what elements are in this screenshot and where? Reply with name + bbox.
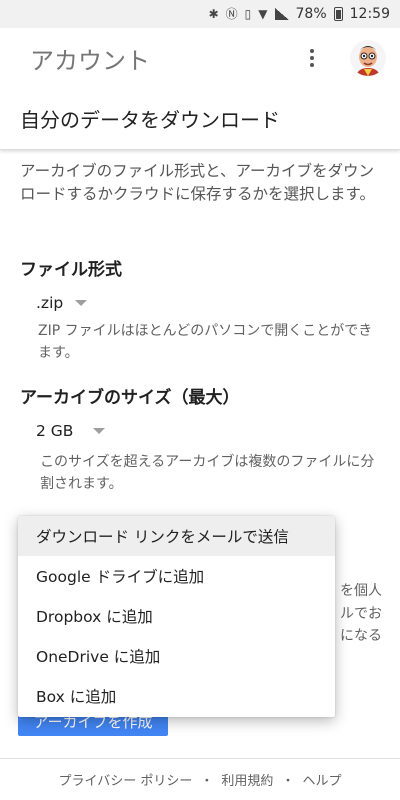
footer-separator: ・ [281, 774, 295, 789]
file-format-section: ファイル形式 [0, 255, 400, 280]
terms-link[interactable]: 利用規約 [221, 770, 273, 789]
menu-item-google-drive[interactable]: Google ドライブに追加 [18, 556, 335, 596]
archive-size-helper-row: このサイズを超えるアーカイブは複数のファイルに分割されます。 [0, 451, 400, 495]
app-bar: アカウント [0, 28, 400, 88]
partial-text-line-1: を個人 [340, 583, 382, 599]
file-format-helper-row: ZIP ファイルはほとんどのパソコンで開くことができます。 [0, 320, 400, 364]
nfc-icon: Ⓝ [225, 7, 238, 21]
archive-size-section: アーカイブのサイズ（最大） [0, 383, 400, 408]
signal-icon [274, 8, 289, 20]
file-format-helper: ZIP ファイルはほとんどのパソコンで開くことができます。 [38, 323, 373, 361]
file-format-label: ファイル形式 [20, 260, 122, 280]
chevron-down-icon [75, 300, 88, 306]
intro-text: アーカイブのファイル形式と、アーカイブをダウンロードするかクラウドに保存するかを… [20, 162, 375, 203]
partial-text-line-2: ルでお [340, 606, 382, 622]
menu-item-email-link[interactable]: ダウンロード リンクをメールで送信 [18, 516, 335, 556]
archive-size-helper: このサイズを超えるアーカイブは複数のファイルに分割されます。 [40, 454, 375, 492]
file-format-select-row: .zip [0, 293, 400, 312]
file-format-select[interactable]: .zip [36, 294, 88, 312]
wifi-icon: ▼ [258, 7, 268, 21]
partial-text-line-3: になる [340, 628, 382, 644]
help-link[interactable]: ヘルプ [302, 770, 341, 789]
footer: プライバシー ポリシー ・ 利用規約 ・ ヘルプ [0, 758, 400, 800]
bluetooth-icon: ✱ [208, 7, 219, 21]
clock: 12:59 [349, 6, 390, 22]
archive-size-select-row: 2 GB [0, 421, 400, 440]
vibrate-icon: ▯ [244, 7, 252, 21]
menu-item-onedrive[interactable]: OneDrive に追加 [18, 636, 335, 676]
footer-separator: ・ [200, 774, 214, 789]
archive-size-select[interactable]: 2 GB [36, 422, 106, 440]
status-bar: ✱ Ⓝ ▯ ▼ 78% 12:59 [0, 0, 400, 28]
menu-item-dropbox[interactable]: Dropbox に追加 [18, 596, 335, 636]
battery-percent: 78% [295, 6, 327, 22]
avatar[interactable] [350, 40, 386, 76]
battery-icon [333, 7, 343, 21]
archive-size-value: 2 GB [36, 422, 74, 440]
section-header: 自分のデータをダウンロード [0, 88, 400, 150]
chevron-down-icon [93, 428, 106, 434]
app-title: アカウント [30, 46, 150, 75]
menu-item-box[interactable]: Box に追加 [18, 676, 335, 716]
archive-size-label: アーカイブのサイズ（最大） [20, 388, 240, 408]
privacy-policy-link[interactable]: プライバシー ポリシー [59, 770, 193, 789]
more-options-icon[interactable] [304, 44, 320, 72]
file-format-value: .zip [36, 294, 64, 312]
content: アーカイブのファイル形式と、アーカイブをダウンロードするかクラウドに保存するかを… [0, 160, 400, 206]
delivery-method-menu: ダウンロード リンクをメールで送信 Google ドライブに追加 Dropbox… [18, 516, 335, 717]
